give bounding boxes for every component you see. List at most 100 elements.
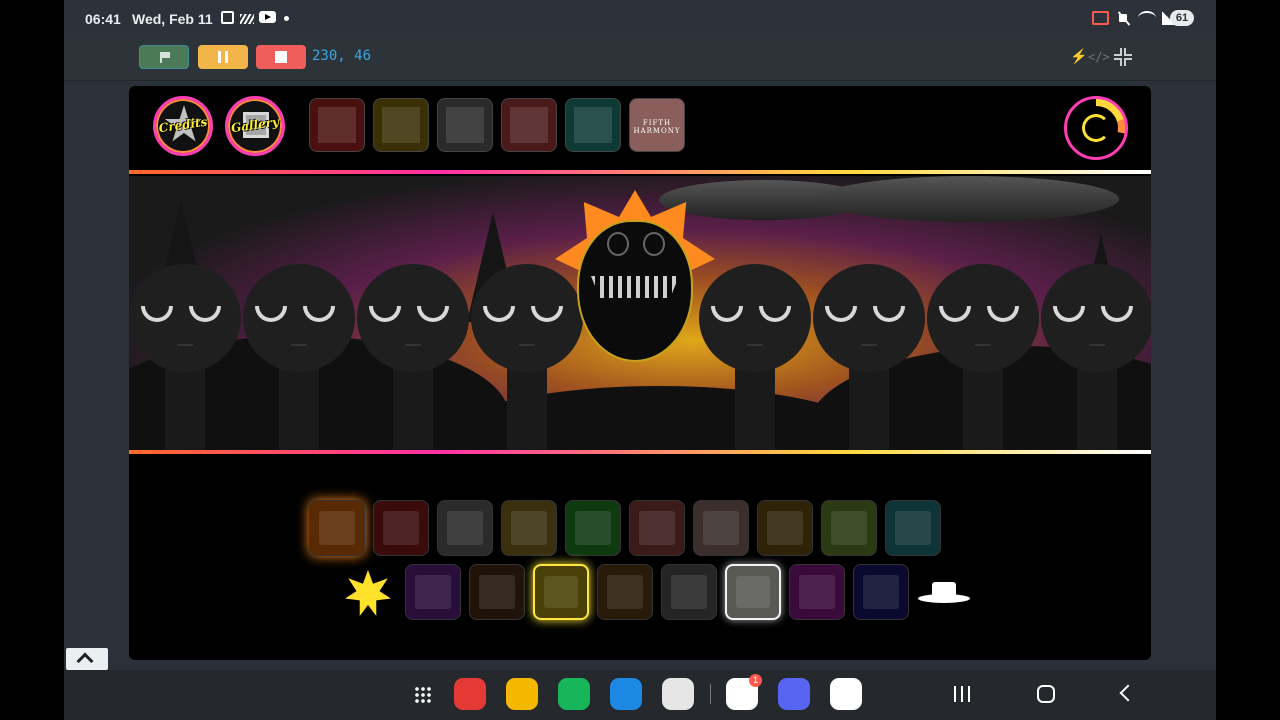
gallery-button[interactable]: Gallery (225, 96, 285, 156)
signal-slash-icon (240, 14, 254, 24)
sound-magenta-chair-icon[interactable] (789, 564, 845, 620)
code-icon[interactable]: </> (1088, 50, 1110, 64)
bonus-art (574, 107, 612, 143)
singer-character[interactable] (813, 264, 925, 450)
chevron-up-icon (76, 652, 94, 670)
sound-art (607, 575, 643, 609)
bonus-art (446, 107, 484, 143)
divider-top (129, 170, 1151, 174)
sun-boss-character[interactable] (555, 190, 715, 366)
battery-icon: 61 (1170, 10, 1194, 26)
sound-art (863, 575, 899, 609)
sound-art (511, 511, 547, 545)
sound-green-grass-icon[interactable] (821, 500, 877, 556)
status-date: Wed, Feb 11 (132, 11, 213, 27)
wifi-icon (1138, 11, 1156, 25)
recents-button[interactable] (954, 686, 970, 702)
sound-teal-hat-icon[interactable] (885, 500, 941, 556)
discord-app-icon[interactable] (778, 678, 810, 710)
game-stage: Credits Gallery FIFTH HARMONY (129, 86, 1151, 660)
crown-bonus-icon[interactable] (501, 98, 557, 152)
bonus-label: FIFTH HARMONY (633, 119, 681, 135)
sound-monitor-icon[interactable] (501, 500, 557, 556)
sound-art (544, 576, 578, 608)
fifth-harmony-bonus-icon[interactable]: FIFTH HARMONY (629, 98, 685, 152)
boss-eye (643, 232, 665, 256)
cast-icon (1092, 11, 1109, 25)
sound-tan-block-icon[interactable] (693, 500, 749, 556)
sound-art (831, 511, 867, 545)
exit-fullscreen-icon[interactable] (1114, 48, 1132, 66)
bonus-art (382, 107, 420, 143)
sound-red-machine-icon[interactable] (373, 500, 429, 556)
wedge-bonus-icon[interactable] (373, 98, 429, 152)
youtube-icon (259, 11, 276, 23)
messages-app-icon[interactable] (610, 678, 642, 710)
flag-icon (160, 52, 170, 63)
sound-grey-monitor-icon[interactable] (661, 564, 717, 620)
sound-art (799, 575, 835, 609)
singer-scene (129, 176, 1151, 450)
stop-icon (275, 51, 287, 63)
google-app-icon[interactable]: 1 (726, 674, 762, 710)
sound-dark-cone-icon[interactable] (469, 564, 525, 620)
status-bar: 06:41 Wed, Feb 11 61 (64, 0, 1216, 36)
green-flag-button[interactable] (139, 45, 189, 69)
sound-yellow-arrows-icon[interactable] (533, 564, 589, 620)
status-time: 06:41 (85, 11, 121, 27)
pause-button[interactable] (198, 45, 248, 69)
boss-face (577, 220, 693, 362)
bonus-art (510, 107, 548, 143)
back-button[interactable] (1119, 684, 1137, 702)
singer-character[interactable] (699, 264, 811, 450)
singer-character[interactable] (357, 264, 469, 450)
camera-app-icon[interactable] (662, 678, 694, 710)
pause-icon (218, 51, 228, 63)
sound-art (767, 511, 803, 545)
scroll-up-tab[interactable] (66, 648, 108, 670)
letterbox-left (0, 0, 64, 720)
reset-icon[interactable] (1064, 96, 1128, 160)
android-navbar: 1 (64, 670, 1216, 720)
sound-orange-mouth-icon[interactable] (309, 500, 365, 556)
sound-grey-slash-icon[interactable] (437, 500, 493, 556)
stop-button[interactable] (256, 45, 306, 69)
sound-purple-crown-icon[interactable] (405, 564, 461, 620)
dome-bonus-icon[interactable] (437, 98, 493, 152)
singer-character[interactable] (927, 264, 1039, 450)
sound-art (895, 511, 931, 545)
sound-art (479, 575, 515, 609)
mute-icon (1117, 11, 1131, 25)
singer-character[interactable] (129, 264, 241, 450)
phone-app-icon[interactable] (558, 678, 590, 710)
sound-art (703, 511, 739, 545)
sound-art (575, 511, 611, 545)
boss-teeth (591, 276, 679, 298)
sound-envelope-icon[interactable] (725, 564, 781, 620)
singer-character[interactable] (243, 264, 355, 450)
cone-bonus-icon[interactable] (309, 98, 365, 152)
sound-art (383, 511, 419, 545)
dock-separator (710, 684, 711, 704)
turbo-bolt-icon[interactable]: ⚡ (1070, 48, 1087, 65)
sound-red-stick-icon[interactable] (629, 500, 685, 556)
sound-art (639, 511, 675, 545)
sound-brown-dome-icon[interactable] (597, 564, 653, 620)
singer-character[interactable] (1041, 264, 1151, 450)
notes-app-icon[interactable] (454, 678, 486, 710)
sound-gold-visor-icon[interactable] (757, 500, 813, 556)
white-hat-icon[interactable] (918, 582, 970, 606)
divider-bottom (129, 450, 1151, 454)
sound-green-swirl-icon[interactable] (565, 500, 621, 556)
bolt-bonus-icon[interactable] (565, 98, 621, 152)
credits-button[interactable]: Credits (153, 96, 213, 156)
bonus-art (318, 107, 356, 143)
gmail-app-icon[interactable] (830, 678, 862, 710)
sound-blue-shadow-icon[interactable] (853, 564, 909, 620)
home-button[interactable] (1037, 685, 1055, 703)
sun-icon[interactable] (345, 570, 391, 616)
files-app-icon[interactable] (506, 678, 538, 710)
letterbox-right (1216, 0, 1280, 720)
notification-dot-icon (284, 16, 289, 21)
app-drawer-icon[interactable] (414, 686, 432, 704)
